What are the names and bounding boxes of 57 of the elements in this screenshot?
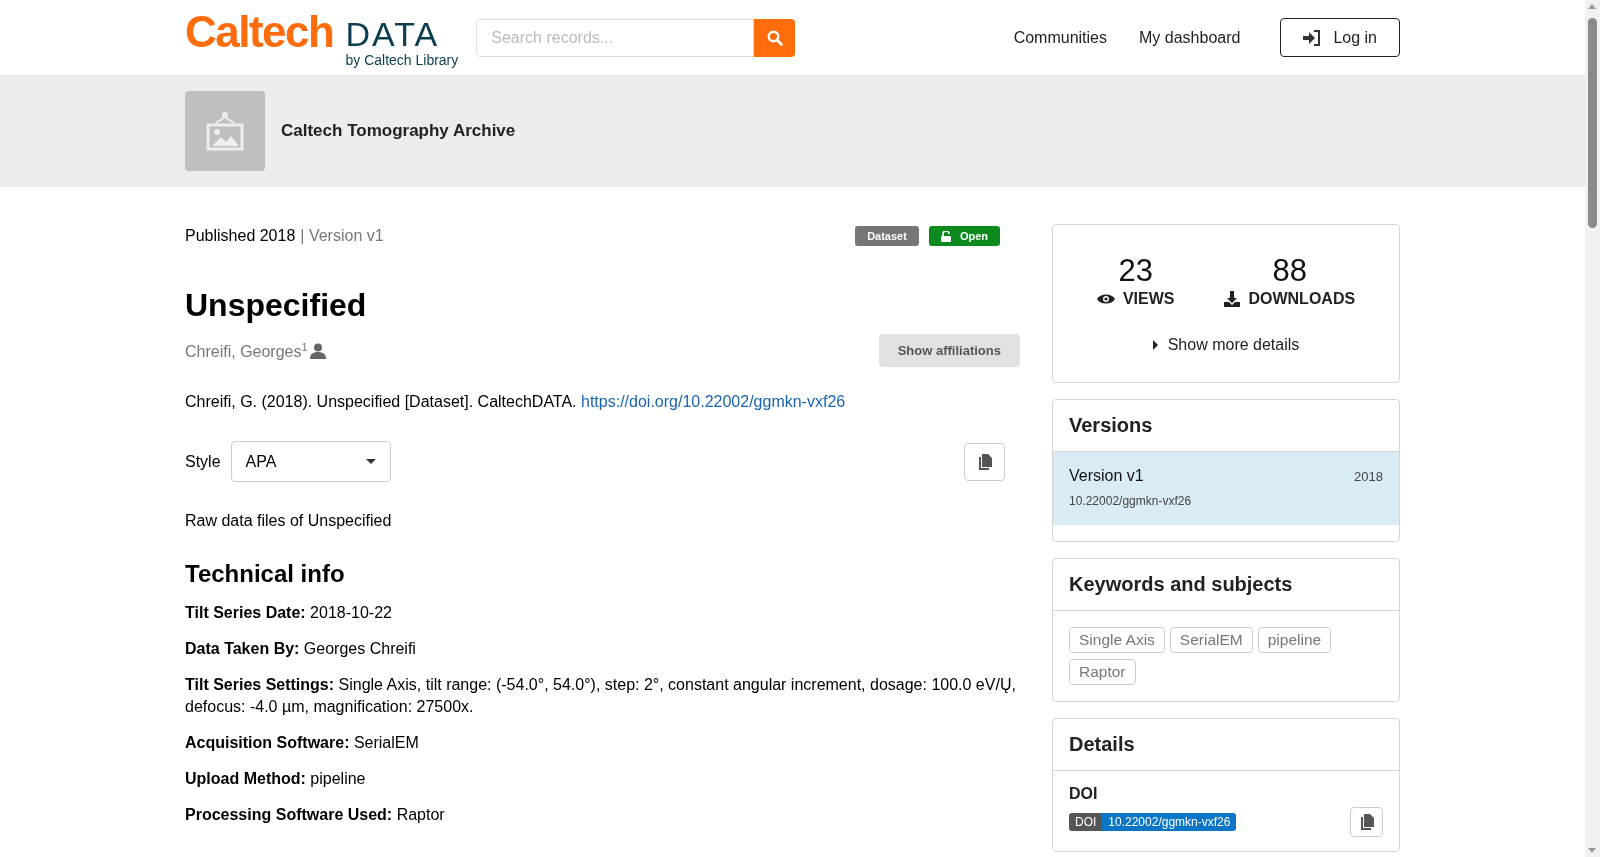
login-button[interactable]: Log in <box>1280 18 1400 57</box>
caret-icon <box>1152 340 1158 350</box>
technical-info-line: Processing Software Used: Raptor <box>185 805 446 826</box>
technical-info-line: Upload Method: pipeline <box>185 769 367 790</box>
technical-info-line: Data Taken By: Georges Chreifi <box>185 639 417 660</box>
citation-style-dropdown[interactable]: APA <box>230 441 391 483</box>
image-placeholder-icon <box>206 111 244 151</box>
copy-icon <box>1359 814 1374 830</box>
search-icon <box>766 29 783 46</box>
creator-name[interactable]: Chreifi, Georges$^{1}$ <box>185 340 308 362</box>
download-icon <box>1224 291 1241 307</box>
scrollbar[interactable] <box>1585 0 1600 857</box>
version-item[interactable]: Version v1 2018 10.22002/ggmkn-vxf26 <box>1053 452 1399 525</box>
downloads-count: 88 <box>1272 255 1307 286</box>
copy-icon <box>977 453 992 470</box>
citation-text: Chreifi, G. (2018). Unspecified [Dataset]. CaltechDATA. https://doi.org/10.22002/ggmkn-vxf26 <box>185 393 847 412</box>
keyword-tag[interactable]: pipeline <box>1257 627 1332 653</box>
community-name[interactable]: Caltech Tomography Archive <box>281 121 516 141</box>
section-heading: Technical info <box>185 560 346 589</box>
keyword-tag[interactable]: SerialEM <box>1169 627 1253 653</box>
caltech-data-logo[interactable]: Caltech DATA by Caltech Library <box>185 5 459 70</box>
copy-button[interactable] <box>1350 807 1383 837</box>
doi-link[interactable]: https://doi.org/10.22002/ggmkn-vxf26 <box>581 393 846 411</box>
record-title: Unspecified <box>185 286 368 325</box>
unlock-icon <box>940 230 951 242</box>
version-name[interactable]: Version v1 <box>1069 467 1355 485</box>
technical-info-line: Tilt Series Date: 2018-10-22 <box>185 603 393 624</box>
views-label: VIEWS <box>1122 290 1175 308</box>
publication-date: Published 2018 <box>185 227 296 245</box>
show-affiliations-button[interactable]: Show affiliations <box>878 334 1020 368</box>
community-logo[interactable] <box>185 91 265 171</box>
keyword-tag[interactable]: Single Axis <box>1069 627 1165 653</box>
downloads-label: DOWNLOADS <box>1248 290 1356 308</box>
style-label: Style <box>185 452 221 471</box>
version-label: | Version v1 <box>300 227 384 245</box>
views-count: 23 <box>1118 255 1153 286</box>
technical-info-line: Acquisition Software: SerialEM <box>185 733 420 754</box>
type-badge: Dataset <box>855 226 919 246</box>
eye-icon <box>1096 293 1115 305</box>
technical-info-line: Tilt Series Settings: Single Axis, tilt range: (-54.0°, 54.0°), step: 2°, constant angular increment, dosage: 100.0 eV/Ų, defocus: -4.0 µm, magnification: 27500x. <box>185 675 1017 718</box>
version-year: 2018 <box>1354 468 1383 484</box>
card-title: Keywords and subjects <box>1053 559 1399 611</box>
doi-label: DOI <box>1069 785 1099 803</box>
search-button[interactable] <box>754 18 796 57</box>
description-text: Raw data files of Unspecified <box>185 512 393 531</box>
nav-link[interactable]: My dashboard <box>1139 28 1241 47</box>
search-field[interactable]: Search records... <box>476 18 755 57</box>
nav-link[interactable]: Communities <box>1013 28 1107 47</box>
card-title: Details <box>1053 719 1399 771</box>
person-icon <box>309 342 326 359</box>
keyword-tag[interactable]: Raptor <box>1069 659 1136 685</box>
caret-icon <box>365 459 376 465</box>
copy-button[interactable] <box>964 442 1005 481</box>
show-more-details-link[interactable]: Show more details <box>1152 336 1300 354</box>
version-doi: 10.22002/ggmkn-vxf26 <box>1069 494 1193 508</box>
sign-in-icon <box>1303 29 1322 46</box>
access-badge: Open <box>928 226 1000 246</box>
